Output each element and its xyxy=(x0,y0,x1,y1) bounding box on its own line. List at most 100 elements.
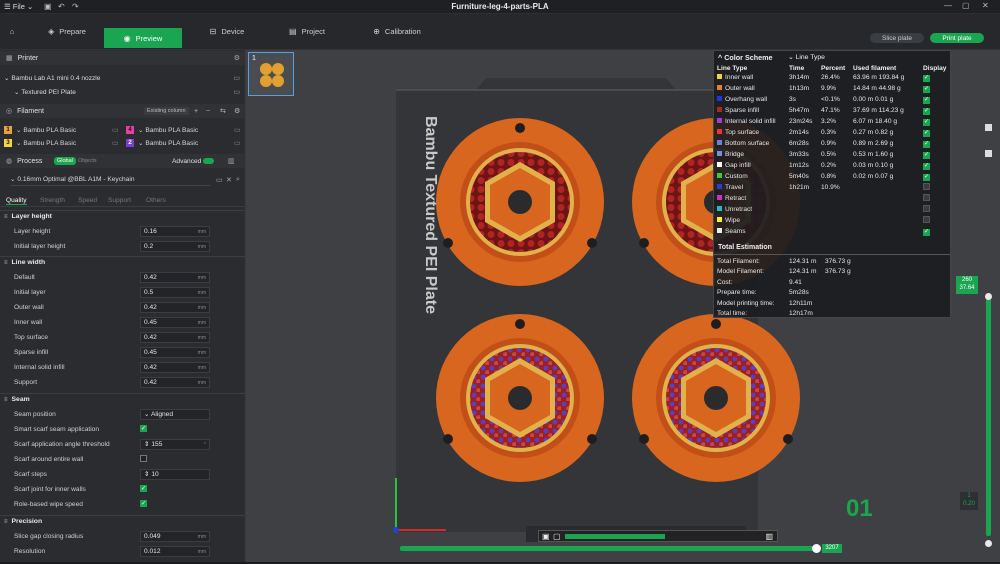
display-checkbox[interactable]: ✓ xyxy=(923,96,930,104)
slice-plate-button[interactable]: Slice plate xyxy=(870,33,924,43)
display-checkbox[interactable] xyxy=(923,205,930,212)
scarf-entire-checkbox[interactable] xyxy=(140,455,147,462)
display-checkbox[interactable]: ✓ xyxy=(923,74,930,82)
settings-gear-icon[interactable]: ⚙ xyxy=(234,107,240,115)
tab-project[interactable]: ▤ Project xyxy=(270,14,344,48)
home-icon[interactable]: ⌂ xyxy=(0,14,24,48)
display-checkbox[interactable]: ✓ xyxy=(923,129,930,137)
layer-slider-bottom-handle[interactable] xyxy=(985,540,992,547)
printer-preset[interactable]: ⌄ Bambu Lab A1 mini 0.4 nozzle ▭ xyxy=(0,72,245,86)
default-width-input[interactable]: 0.42 mm xyxy=(140,272,210,283)
move-slider-handle[interactable] xyxy=(812,544,821,553)
minimize-icon[interactable]: — xyxy=(944,1,952,10)
edit-icon[interactable]: ▭ xyxy=(233,74,240,82)
compare-icon[interactable]: ▥ xyxy=(228,157,235,165)
objects-toggle[interactable]: Objects xyxy=(78,158,97,164)
resolution-input[interactable]: 0.012 mm xyxy=(140,546,210,557)
process-preset[interactable]: ⌄ 0.16mm Optimal @BBL A1M - Keychain ▭ ✕ ⌕ xyxy=(0,174,245,188)
tab-device[interactable]: ⊟ Device xyxy=(190,14,264,48)
global-toggle[interactable]: Global xyxy=(54,157,76,165)
edit-icon[interactable]: ▭ xyxy=(233,88,240,96)
layer-height-input[interactable]: 0.16 mm xyxy=(140,226,210,237)
legend-row: Retract xyxy=(717,193,949,204)
filament-slot-2[interactable]: 4 ⌄ Bambu PLA Basic ▭ xyxy=(124,124,245,138)
tab-others[interactable]: Others xyxy=(146,197,166,204)
display-checkbox[interactable]: ✓ xyxy=(923,140,930,148)
part-bottom-right[interactable] xyxy=(632,314,800,482)
smart-scarf-checkbox[interactable]: ✓ xyxy=(140,425,147,432)
search-icon[interactable]: ⌕ xyxy=(236,176,240,184)
inner-wall-width-input[interactable]: 0.45 mm xyxy=(140,317,210,328)
tab-strength[interactable]: Strength xyxy=(40,197,65,204)
setting-outer-wall-width: Outer wall 0.42 mm xyxy=(0,301,245,315)
sync-icon[interactable]: ⇆ xyxy=(220,107,226,115)
display-checkbox[interactable]: ✓ xyxy=(923,228,930,236)
edit-icon[interactable]: ▭ xyxy=(234,139,241,147)
initial-layer-width-input[interactable]: 0.5 mm xyxy=(140,287,210,298)
edit-icon[interactable]: ▭ xyxy=(112,126,119,134)
layer-up-icon[interactable] xyxy=(985,124,992,131)
add-icon[interactable]: + xyxy=(194,108,198,115)
save-icon[interactable]: ▭ xyxy=(216,176,223,184)
display-checkbox[interactable] xyxy=(923,194,930,201)
move-slider[interactable] xyxy=(400,546,814,551)
tab-preview[interactable]: ◉ Preview xyxy=(104,28,182,48)
advanced-switch[interactable] xyxy=(203,158,214,164)
scarf-inner-checkbox[interactable]: ✓ xyxy=(140,485,147,492)
close-icon[interactable]: ✕ xyxy=(226,176,232,184)
line-type-time: 5m40s xyxy=(789,173,809,180)
playback-controls[interactable]: ▣ ▢ ▥ xyxy=(538,530,778,542)
display-checkbox[interactable] xyxy=(923,216,930,223)
display-checkbox[interactable]: ✓ xyxy=(923,173,930,181)
layer-slider-top-handle[interactable] xyxy=(985,293,992,300)
print-plate-button[interactable]: Print plate xyxy=(930,33,984,43)
line-type-percent: 0.3% xyxy=(821,129,837,136)
play-icon[interactable]: ▣ xyxy=(542,532,550,541)
display-checkbox[interactable]: ✓ xyxy=(923,162,930,170)
line-type-time: 1h21m xyxy=(789,184,810,191)
existing-column-button[interactable]: Existing column xyxy=(144,107,189,115)
collapse-icon[interactable]: ^ xyxy=(718,53,722,62)
outer-wall-width-input[interactable]: 0.42 mm xyxy=(140,302,210,313)
filament-slot-4[interactable]: 2 ⌄ Bambu PLA Basic ▭ xyxy=(124,137,245,151)
layer-slider[interactable] xyxy=(986,298,991,536)
support-width-input[interactable]: 0.42 mm xyxy=(140,377,210,388)
sparse-infill-width-input[interactable]: 0.45 mm xyxy=(140,347,210,358)
tab-quality[interactable]: Quality xyxy=(6,197,27,205)
settings-gear-icon[interactable]: ⚙ xyxy=(234,54,240,62)
remove-icon[interactable]: − xyxy=(206,108,210,115)
part-top-left[interactable] xyxy=(436,118,604,286)
device-icon: ⊟ xyxy=(209,26,217,36)
tab-support[interactable]: Support xyxy=(108,197,131,204)
seam-position-select[interactable]: ⌄ Aligned xyxy=(140,409,210,420)
line-type-weight: 0.01 g xyxy=(875,96,894,103)
gap-radius-input[interactable]: 0.049 mm xyxy=(140,531,210,542)
delete-icon[interactable]: ▥ xyxy=(765,532,773,541)
scarf-steps-input[interactable]: ⇕ 10 xyxy=(140,469,210,480)
display-checkbox[interactable]: ✓ xyxy=(923,85,930,93)
color-scheme-select[interactable]: ⌄ Line Type xyxy=(788,53,878,61)
edit-icon[interactable]: ▭ xyxy=(234,126,241,134)
plate-type-select[interactable]: ⌄ Textured PEI Plate ▭ xyxy=(0,86,245,100)
top-surface-width-input[interactable]: 0.42 mm xyxy=(140,332,210,343)
role-wipe-checkbox[interactable]: ✓ xyxy=(140,500,147,507)
plate-thumbnail[interactable]: 1 xyxy=(248,52,294,96)
internal-solid-width-input[interactable]: 0.42 mm xyxy=(140,362,210,373)
part-bottom-left[interactable] xyxy=(436,314,604,482)
cancel-icon[interactable]: ▢ xyxy=(553,532,561,541)
edit-icon[interactable]: ▭ xyxy=(112,139,119,147)
tab-speed[interactable]: Speed xyxy=(78,197,97,204)
display-checkbox[interactable]: ✓ xyxy=(923,151,930,159)
close-icon[interactable]: ✕ xyxy=(982,1,989,10)
display-checkbox[interactable]: ✓ xyxy=(923,107,930,115)
layer-down-icon[interactable] xyxy=(985,150,992,157)
maximize-icon[interactable]: ▢ xyxy=(962,1,970,10)
tab-prepare[interactable]: ◈ Prepare xyxy=(30,14,104,48)
scarf-angle-input[interactable]: ⇕ 155 ° xyxy=(140,439,210,450)
playback-progress xyxy=(565,534,665,539)
initial-layer-height-input[interactable]: 0.2 mm xyxy=(140,241,210,252)
color-scheme-header: ^ Color Scheme xyxy=(718,53,773,62)
tab-calibration[interactable]: ⊕ Calibration xyxy=(350,14,444,48)
display-checkbox[interactable]: ✓ xyxy=(923,118,930,126)
display-checkbox[interactable] xyxy=(923,183,930,190)
